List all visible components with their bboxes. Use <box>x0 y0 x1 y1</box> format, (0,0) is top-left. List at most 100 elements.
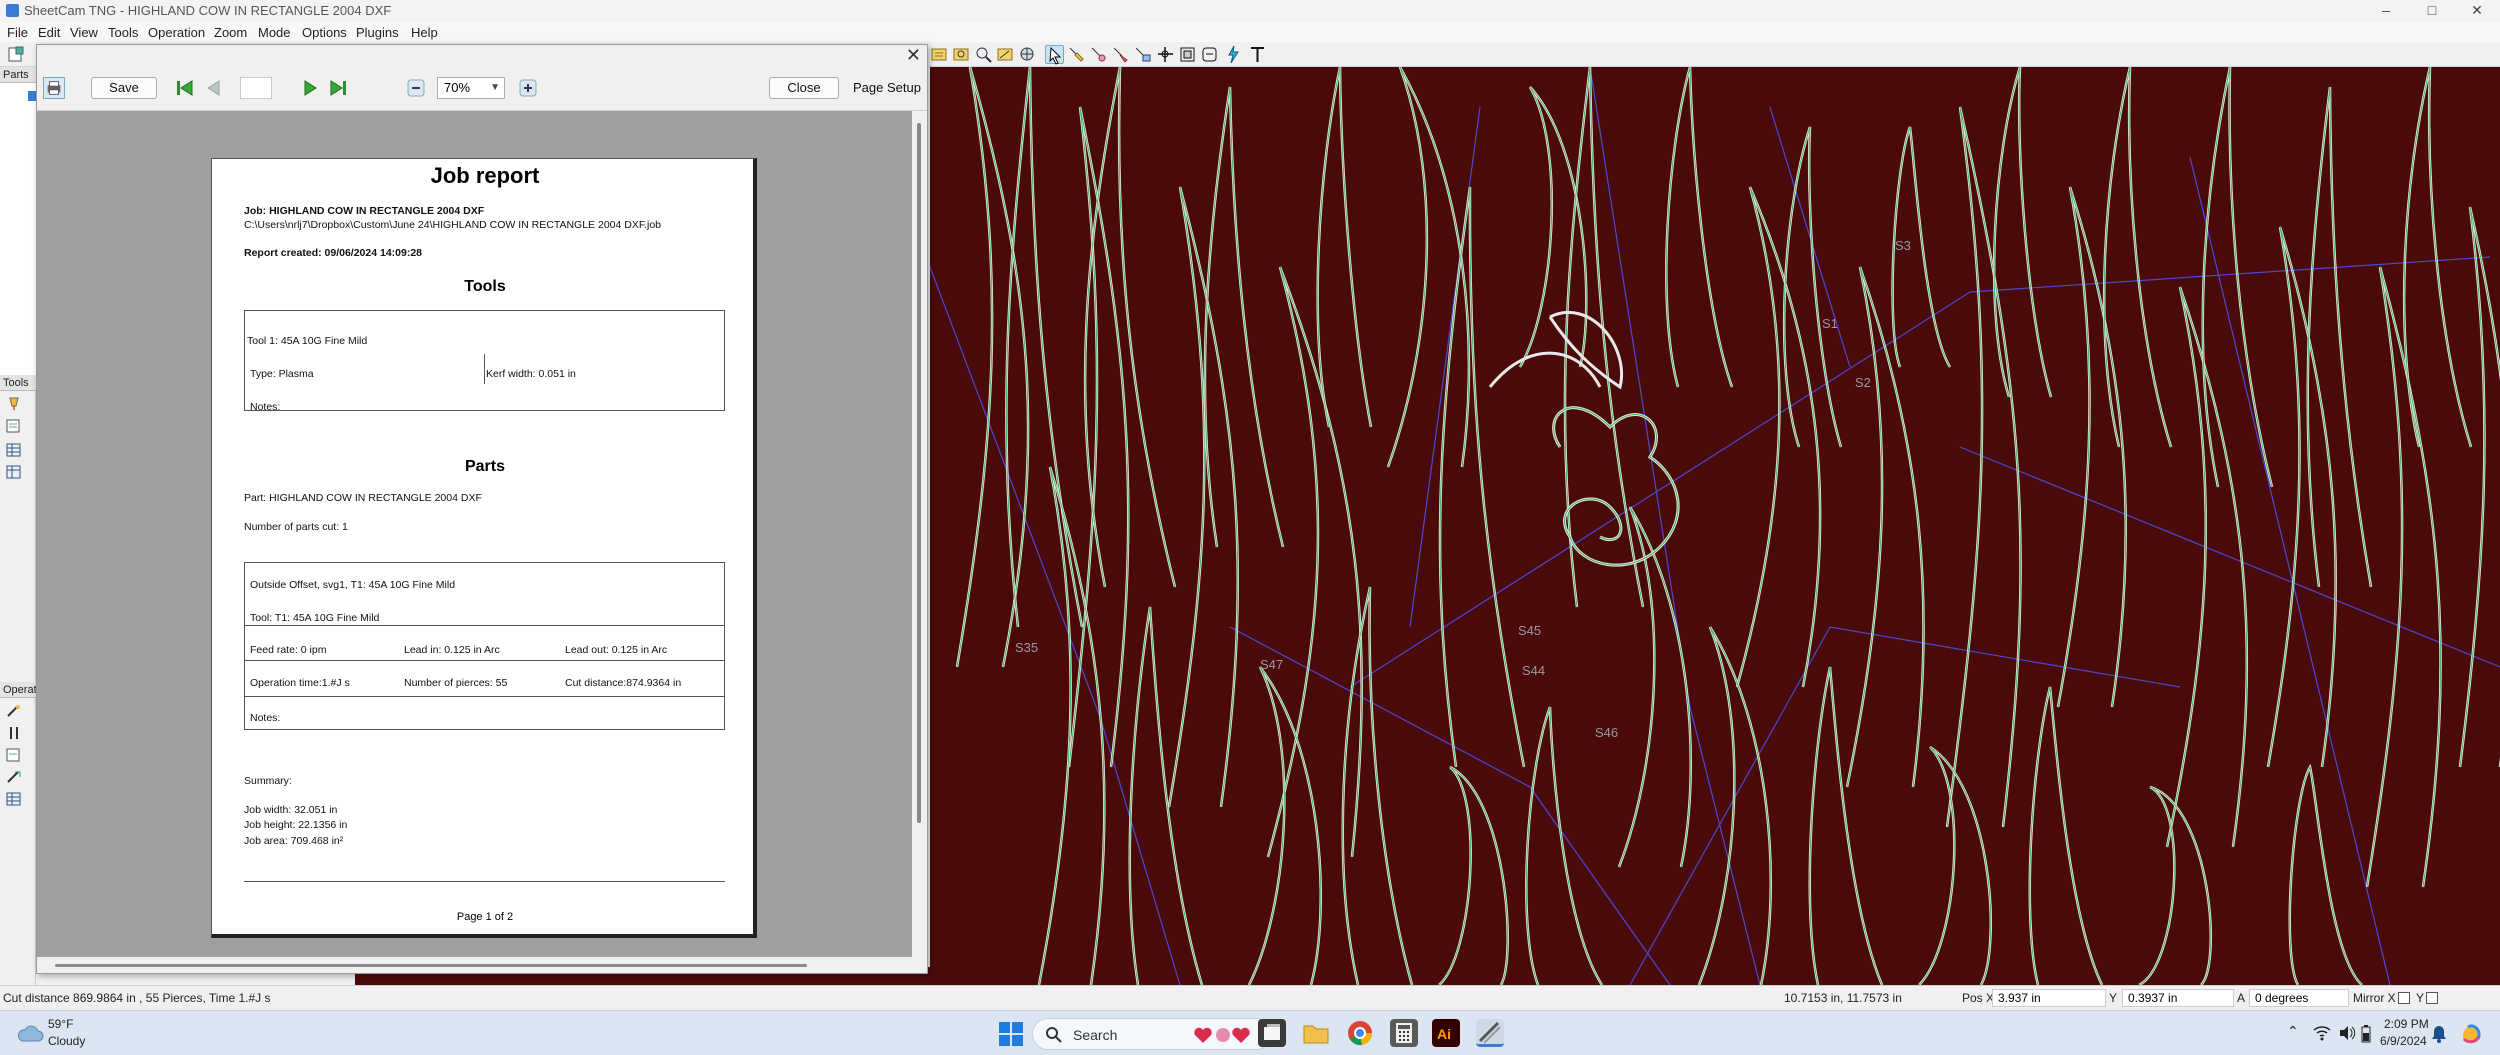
contour-outer <box>2165 286 2249 848</box>
menu-tools[interactable]: Tools <box>108 25 138 40</box>
next-page-icon[interactable] <box>299 77 321 99</box>
speaker-icon[interactable] <box>2338 1025 2356 1044</box>
illustrator-icon[interactable]: Ai <box>1432 1019 1460 1047</box>
contour-inner <box>2366 266 2442 888</box>
edit-path-icon[interactable] <box>1067 45 1086 64</box>
op-lead-icon[interactable] <box>6 726 22 740</box>
maximize-button[interactable]: □ <box>2409 0 2455 22</box>
nest-part-icon[interactable] <box>1200 45 1219 64</box>
last-page-icon[interactable] <box>327 77 349 99</box>
zoom-select-icon[interactable] <box>952 45 971 64</box>
pos-x-label: Pos X <box>1962 991 1995 1005</box>
tool-table-icon[interactable] <box>6 443 22 457</box>
zoom-in-icon[interactable] <box>517 77 539 99</box>
op-edit-icon[interactable] <box>6 748 22 762</box>
report-created: Report created: 09/06/2024 14:09:28 <box>244 247 423 259</box>
sheetcam-taskbar-icon[interactable] <box>1476 1019 1504 1047</box>
previous-page-icon[interactable] <box>203 77 225 99</box>
minimize-button[interactable]: – <box>2363 0 2409 22</box>
zoom-window-icon[interactable] <box>996 45 1015 64</box>
op-table-icon[interactable] <box>6 792 22 806</box>
pos-y-field[interactable]: 0.3937 in <box>2122 989 2234 1007</box>
tool-settings-icon[interactable] <box>6 419 22 433</box>
contour-inner <box>1387 67 1470 468</box>
battery-icon[interactable] <box>2361 1025 2371 1046</box>
mirror-x-checkbox[interactable] <box>2398 992 2410 1004</box>
tool-plasma-icon[interactable] <box>6 397 22 411</box>
menu-mode[interactable]: Mode <box>258 25 291 40</box>
menu-zoom[interactable]: Zoom <box>214 25 247 40</box>
view-3d-icon[interactable] <box>1018 45 1037 64</box>
zoom-in-icon[interactable] <box>974 45 993 64</box>
vertical-scroll-thumb[interactable] <box>917 123 921 823</box>
contour-inner <box>1993 67 2052 398</box>
chrome-icon[interactable] <box>1346 1019 1374 1047</box>
angle-field[interactable]: 0 degrees <box>2249 989 2349 1007</box>
zoom-out-icon[interactable] <box>405 77 427 99</box>
op-path-icon[interactable] <box>6 770 22 784</box>
first-page-icon[interactable] <box>174 77 196 99</box>
start-windows-icon[interactable] <box>998 1021 1024 1050</box>
save-button[interactable]: Save <box>91 77 157 99</box>
status-bar: Cut distance 869.9864 in , 55 Pierces, T… <box>0 985 2500 1010</box>
zoom-fit-icon[interactable] <box>930 45 949 64</box>
clock-time[interactable]: 2:09 PM <box>2384 1017 2429 1031</box>
weather-condition[interactable]: Cloudy <box>48 1034 85 1048</box>
print-icon[interactable] <box>43 77 65 99</box>
calculator-icon[interactable] <box>1390 1019 1418 1047</box>
parts-tree[interactable] <box>0 83 36 383</box>
op-cut-icon[interactable] <box>6 704 22 718</box>
dialog-close-icon[interactable]: ✕ <box>906 45 921 65</box>
close-button[interactable]: Close <box>769 77 839 99</box>
toolpath-lines <box>930 67 2500 985</box>
pos-x-field[interactable]: 3.937 in <box>1992 989 2106 1007</box>
job-name: Job: HIGHLAND COW IN RECTANGLE 2004 DXF <box>244 205 485 217</box>
contour-inner <box>2103 67 2172 448</box>
menu-view[interactable]: View <box>70 25 98 40</box>
tab-tool-icon[interactable] <box>1111 45 1130 64</box>
menu-file[interactable]: File <box>7 25 28 40</box>
part-tree-node-icon[interactable] <box>28 91 36 101</box>
menu-edit[interactable]: Edit <box>38 25 60 40</box>
tag-icon[interactable] <box>1133 45 1152 64</box>
simulate-icon[interactable] <box>1224 45 1243 64</box>
notification-bell-icon[interactable] <box>2431 1025 2447 1046</box>
zoom-select[interactable]: 70% ▼ <box>437 77 505 99</box>
contour-inner <box>1519 86 1587 368</box>
horizontal-scroll-thumb[interactable] <box>55 964 807 967</box>
wifi-icon[interactable] <box>2313 1025 2331 1044</box>
job-path: C:\Users\nrlj7\Dropbox\Custom\June 24\HI… <box>244 219 662 231</box>
preview-area[interactable]: Job report Job: HIGHLAND COW IN RECTANGL… <box>37 111 912 957</box>
rotate-part-icon[interactable] <box>1178 45 1197 64</box>
menu-operation[interactable]: Operation <box>148 25 205 40</box>
menu-help[interactable]: Help <box>411 25 438 40</box>
move-crosshair-icon[interactable] <box>1156 45 1175 64</box>
summary-label: Summary: <box>244 775 292 787</box>
zoom-value: 70% <box>444 80 471 95</box>
close-window-button[interactable]: ✕ <box>2454 0 2500 22</box>
file-explorer-icon[interactable] <box>1302 1019 1330 1047</box>
task-view-icon[interactable] <box>1258 1019 1286 1047</box>
menu-options[interactable]: Options <box>302 25 347 40</box>
angle-label: A <box>2237 991 2246 1005</box>
copilot-icon[interactable] <box>2458 1019 2486 1050</box>
print-preview-dialog: ✕ Save 70% ▼ Close Page Setup Job report … <box>36 44 928 974</box>
clock-date[interactable]: 6/9/2024 <box>2380 1034 2427 1048</box>
label-s45: S45 <box>1518 623 1541 638</box>
tool-library-icon[interactable] <box>6 465 22 479</box>
menu-plugins[interactable]: Plugins <box>356 25 399 40</box>
page-number-field[interactable] <box>240 77 272 99</box>
text-tool-icon[interactable] <box>1248 45 1267 64</box>
start-point-icon[interactable] <box>1089 45 1108 64</box>
taskbar-search[interactable]: Search <box>1032 1018 1272 1050</box>
mirror-y-checkbox[interactable] <box>2426 992 2438 1004</box>
tray-chevron-icon[interactable]: ⌃ <box>2287 1023 2299 1040</box>
vertical-scrollbar[interactable] <box>912 111 927 957</box>
cad-canvas[interactable]: S1 S2 S3 S35 S44 S45 S46 S47 <box>930 67 2500 985</box>
horizontal-scrollbar[interactable] <box>37 957 927 973</box>
new-job-icon[interactable] <box>6 45 25 64</box>
weather-temperature[interactable]: 59°F <box>48 1017 73 1031</box>
page-setup-button[interactable]: Page Setup <box>851 77 923 99</box>
report-page: Job report Job: HIGHLAND COW IN RECTANGL… <box>211 158 757 938</box>
select-arrow-icon[interactable] <box>1045 45 1064 65</box>
